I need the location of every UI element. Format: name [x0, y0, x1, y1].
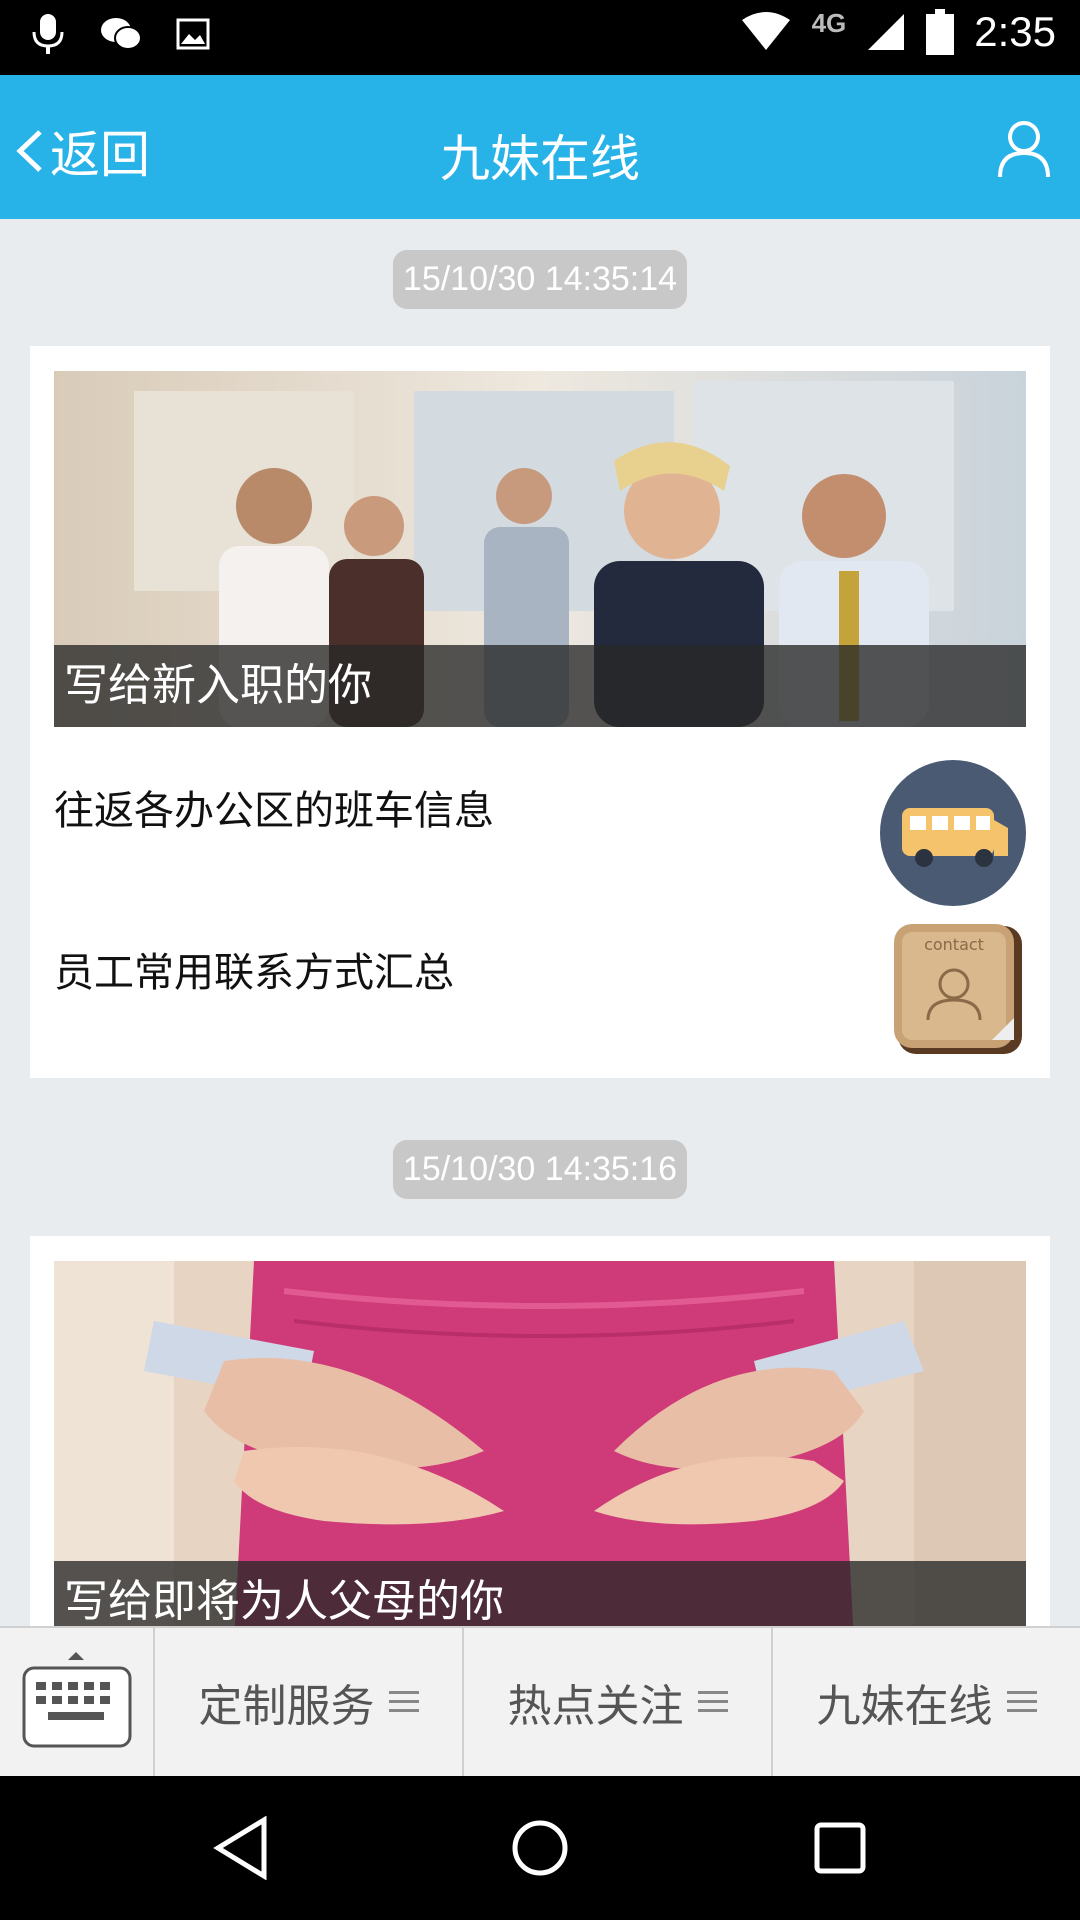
app-header: 返回 九妹在线	[0, 75, 1080, 219]
status-time: 2:35	[974, 8, 1056, 55]
battery-icon	[926, 9, 955, 55]
contact-book-icon: contact	[894, 924, 1022, 1054]
menu-lines-icon	[388, 1691, 419, 1712]
bus-icon	[880, 760, 1026, 906]
user-profile-icon[interactable]	[996, 119, 1052, 179]
tab-custom-service[interactable]: 定制服务	[155, 1628, 464, 1776]
keyboard-toggle-button[interactable]	[0, 1628, 155, 1776]
wechat-icon	[101, 18, 142, 50]
tab-hot-topics[interactable]: 热点关注	[464, 1628, 773, 1776]
article-card: 写给即将为人父母的你	[30, 1236, 1050, 1643]
message-timestamp: 15/10/30 14:35:16	[392, 1140, 688, 1199]
microphone-icon	[32, 14, 64, 54]
menu-lines-icon	[1006, 1691, 1037, 1712]
hero-caption: 写给新入职的你	[54, 645, 1026, 727]
svg-text:contact: contact	[924, 935, 984, 954]
tab-label: 定制服务	[198, 1681, 375, 1732]
tab-label: 九妹在线	[816, 1681, 993, 1732]
article-hero[interactable]: 写给新入职的你	[54, 371, 1026, 727]
back-triangle-icon[interactable]	[212, 1816, 272, 1880]
article-hero[interactable]: 写给即将为人父母的你	[54, 1261, 1026, 1643]
list-item-title: 员工常用联系方式汇总	[54, 950, 454, 996]
tab-jiumei-online[interactable]: 九妹在线	[773, 1628, 1080, 1776]
recents-square-icon[interactable]	[814, 1822, 866, 1874]
page-title: 九妹在线	[440, 130, 640, 188]
list-item[interactable]: 员工常用联系方式汇总 contact	[54, 922, 1026, 1072]
message-timestamp: 15/10/30 14:35:14	[392, 250, 688, 309]
tab-label: 热点关注	[507, 1681, 684, 1732]
bottom-menu: 定制服务 热点关注 九妹在线	[0, 1626, 1080, 1776]
image-icon	[176, 18, 210, 50]
home-circle-icon[interactable]	[510, 1818, 570, 1878]
signal-icon	[868, 14, 905, 50]
list-item[interactable]: 往返各办公区的班车信息	[54, 760, 1026, 910]
network-type-label: 4G	[811, 7, 847, 38]
wifi-icon	[741, 12, 790, 50]
status-bar: 4G 2:35	[0, 0, 1080, 75]
keyboard-icon	[22, 1652, 132, 1748]
menu-lines-icon	[697, 1691, 728, 1712]
article-card: 写给新入职的你 往返各办公区的班车信息 员工常用联系方式汇总 contact	[30, 346, 1050, 1078]
system-nav-bar	[0, 1776, 1080, 1920]
list-item-title: 往返各办公区的班车信息	[54, 788, 494, 834]
